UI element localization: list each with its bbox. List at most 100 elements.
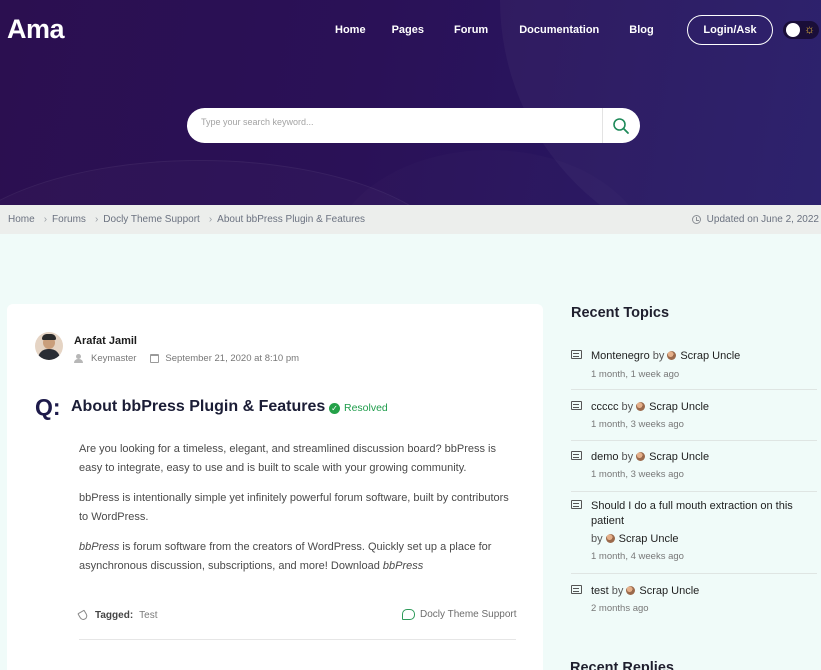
topic-icon <box>571 350 582 359</box>
nav-item-home[interactable]: Home <box>335 24 366 36</box>
hero-banner: Ama Home Pages Forum Documentation Blog … <box>0 0 821 205</box>
divider <box>571 389 817 390</box>
topic-title-link[interactable]: test <box>591 585 609 597</box>
post-meta: Keymaster September 21, 2020 at 8:10 pm <box>74 353 299 364</box>
updated-text: Updated on June 2, 2022 <box>706 214 819 225</box>
nav-item-pages[interactable]: Pages <box>392 24 424 36</box>
topic-line: Montenegro by Scrap Uncle <box>591 349 815 364</box>
by-label: by <box>611 585 624 597</box>
recent-replies-title: Recent Replies <box>570 660 674 670</box>
avatar-hair <box>42 334 56 340</box>
topic-time: 1 month, 1 week ago <box>591 369 680 380</box>
topic-tags: Tagged: Test <box>77 609 158 622</box>
paragraph-2: bbPress is intentionally simple yet infi… <box>79 492 509 523</box>
user-avatar <box>636 402 646 411</box>
topic-author[interactable]: Scrap Uncle <box>680 350 740 362</box>
breadcrumb: Home › Forums › Docly Theme Support › Ab… <box>8 214 365 225</box>
topic-title-link[interactable]: Should I do a full mouth extraction on t… <box>591 500 793 527</box>
site-logo[interactable]: Ama <box>7 14 65 45</box>
main-nav: Home Pages Forum Documentation Blog <box>335 24 680 36</box>
calendar-icon <box>150 354 160 363</box>
topic-line-by: by Scrap Uncle <box>591 532 815 547</box>
topic-author[interactable]: Scrap Uncle <box>649 451 709 463</box>
tag-link[interactable]: Test <box>139 610 157 621</box>
paragraph-3-text: is forum software from the creators of W… <box>79 541 492 572</box>
chevron-right-icon: › <box>43 214 48 225</box>
author-avatar[interactable] <box>35 332 63 360</box>
topic-author[interactable]: Scrap Uncle <box>639 585 699 597</box>
recent-topics-title: Recent Topics <box>571 305 670 321</box>
bbpress-download-link[interactable]: bbPress <box>383 560 423 572</box>
user-avatar <box>626 586 636 595</box>
post-date: September 21, 2020 at 8:10 pm <box>165 353 300 364</box>
search-divider <box>602 108 603 143</box>
breadcrumb-current: About bbPress Plugin & Features <box>217 214 366 225</box>
topic-icon <box>571 585 582 594</box>
toggle-knob <box>786 23 800 37</box>
check-icon: ✓ <box>329 402 340 414</box>
by-label: by <box>621 401 634 413</box>
topic-icon <box>571 500 582 509</box>
topic-card: Arafat Jamil Keymaster September 21, 202… <box>7 304 543 670</box>
divider <box>79 639 516 640</box>
topic-time: 1 month, 3 weeks ago <box>591 469 684 480</box>
by-label: by <box>591 533 603 545</box>
question-mark-label: Q: <box>35 394 61 420</box>
tagged-label: Tagged: <box>95 610 134 621</box>
divider <box>571 440 817 441</box>
topic-title: About bbPress Plugin & Features <box>71 398 326 415</box>
resolved-badge: ✓ Resolved <box>329 402 388 414</box>
topic-title-link[interactable]: ccccc <box>591 401 619 413</box>
user-role-icon <box>74 354 83 363</box>
nav-item-blog[interactable]: Blog <box>629 24 653 36</box>
chevron-right-icon: › <box>94 214 99 225</box>
nav-item-forum[interactable]: Forum <box>454 24 488 36</box>
topic-icon <box>571 401 582 410</box>
forum-link[interactable]: Docly Theme Support <box>402 609 517 620</box>
topic-line: test by Scrap Uncle <box>591 584 815 599</box>
user-avatar <box>667 351 677 360</box>
divider <box>571 573 817 574</box>
topic-time: 1 month, 4 weeks ago <box>591 551 684 562</box>
sun-icon: ☼ <box>804 22 815 36</box>
forum-name: Docly Theme Support <box>420 609 517 620</box>
topic-time: 2 months ago <box>591 603 649 614</box>
login-ask-button[interactable]: Login/Ask <box>687 15 773 45</box>
author-name[interactable]: Arafat Jamil <box>74 335 137 347</box>
topic-time: 1 month, 3 weeks ago <box>591 419 684 430</box>
search-icon[interactable] <box>612 117 630 140</box>
by-label: by <box>652 350 665 362</box>
topic-line: ccccc by Scrap Uncle <box>591 400 815 415</box>
topic-author[interactable]: Scrap Uncle <box>619 533 679 545</box>
breadcrumb-bar: Home › Forums › Docly Theme Support › Ab… <box>0 205 821 234</box>
chevron-right-icon: › <box>208 214 213 225</box>
by-label: by <box>621 451 634 463</box>
avatar-body <box>38 349 60 360</box>
breadcrumb-forums[interactable]: Forums <box>52 214 86 225</box>
topic-author[interactable]: Scrap Uncle <box>649 401 709 413</box>
user-avatar <box>636 452 646 461</box>
paragraph-3: bbPress is forum software from the creat… <box>79 538 519 576</box>
breadcrumb-home[interactable]: Home <box>8 214 35 225</box>
topic-title-link[interactable]: Montenegro <box>591 350 650 362</box>
tag-icon <box>77 609 89 622</box>
nav-item-documentation[interactable]: Documentation <box>519 24 599 36</box>
search-input[interactable] <box>201 117 601 127</box>
topic-line: demo by Scrap Uncle <box>591 450 815 465</box>
logo-text: Ama <box>7 14 65 44</box>
updated-date: Updated on June 2, 2022 <box>691 214 819 225</box>
topic-content: Are you looking for a timeless, elegant,… <box>79 440 519 587</box>
theme-toggle[interactable]: ☼ <box>783 21 819 39</box>
forum-icon <box>402 609 415 620</box>
breadcrumb-forum[interactable]: Docly Theme Support <box>103 214 200 225</box>
bbpress-emphasis: bbPress <box>79 541 120 553</box>
resolved-label: Resolved <box>344 402 388 414</box>
topic-icon <box>571 451 582 460</box>
divider <box>571 491 817 492</box>
paragraph-1: Are you looking for a timeless, elegant,… <box>79 443 497 474</box>
user-avatar <box>605 534 615 543</box>
clock-icon <box>691 215 701 224</box>
author-role: Keymaster <box>91 353 137 364</box>
topic-title-link[interactable]: demo <box>591 451 619 463</box>
topic-line: Should I do a full mouth extraction on t… <box>591 499 815 529</box>
